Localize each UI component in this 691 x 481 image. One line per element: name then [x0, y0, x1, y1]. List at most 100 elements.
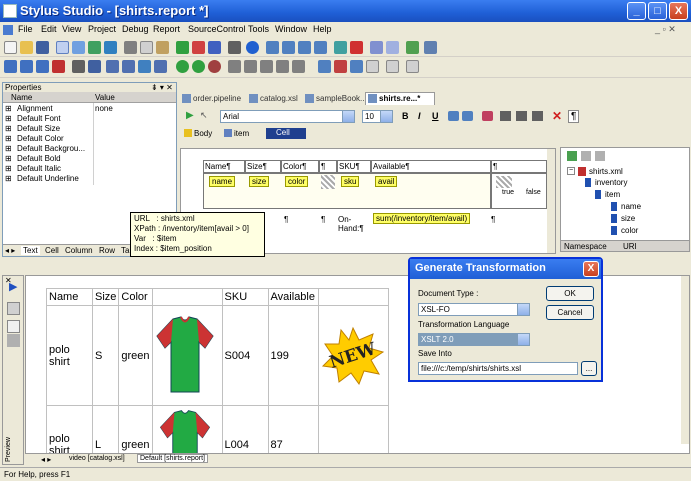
preview-play-icon[interactable]: ▶ — [9, 280, 17, 293]
minimize-button[interactable]: _ — [627, 2, 646, 20]
tab-catalog-xsl[interactable]: catalog.xsl — [260, 94, 298, 103]
validate-icon[interactable] — [406, 41, 419, 54]
header-extra[interactable]: ¶ — [491, 160, 547, 173]
find-icon[interactable] — [72, 60, 85, 73]
maximize-button[interactable]: □ — [648, 2, 667, 20]
preview-scrollbar[interactable] — [681, 276, 689, 444]
tag-avail[interactable]: avail — [375, 176, 398, 187]
header-size[interactable]: Size¶ — [245, 160, 281, 173]
condition-cell[interactable]: true false — [491, 173, 547, 209]
canvas-scrollbar[interactable] — [547, 149, 555, 253]
debug-icon[interactable] — [4, 60, 17, 73]
window-icon[interactable] — [56, 41, 69, 54]
paste-icon[interactable] — [156, 41, 169, 54]
tab-cell[interactable]: Cell — [45, 246, 59, 255]
indent-icon[interactable] — [106, 60, 119, 73]
undo-icon[interactable] — [192, 41, 205, 54]
preview-page-icon[interactable] — [7, 320, 20, 333]
lang-dropdown-icon[interactable] — [517, 333, 530, 346]
tree-color[interactable]: color — [621, 226, 638, 235]
view6-icon[interactable] — [406, 60, 419, 73]
close-button[interactable]: X — [669, 2, 688, 20]
tab-samplebook[interactable]: sampleBook... — [316, 94, 367, 103]
pilcrow-button[interactable]: ¶ — [568, 110, 580, 123]
preview-view-icon[interactable] — [7, 302, 20, 315]
menu-help[interactable]: Help — [313, 24, 332, 34]
tab-row[interactable]: Row — [99, 246, 115, 255]
tree-nav2-icon[interactable] — [595, 151, 605, 161]
tab-default-shirts[interactable]: Default [shirts.report] — [137, 454, 208, 463]
font-dropdown-icon[interactable] — [342, 110, 355, 123]
delete-icon[interactable] — [350, 41, 363, 54]
add-icon[interactable] — [88, 41, 101, 54]
tab-order-pipeline[interactable]: order.pipeline — [193, 94, 241, 103]
bookmark5-icon[interactable] — [292, 60, 305, 73]
color-icon[interactable] — [448, 111, 459, 121]
menu-edit[interactable]: Edit — [41, 24, 57, 34]
refresh-icon[interactable] — [176, 41, 189, 54]
font-select[interactable]: Arial — [220, 110, 354, 123]
view5-icon[interactable] — [386, 60, 399, 73]
view1-icon[interactable] — [318, 60, 331, 73]
tag-color[interactable]: color — [285, 176, 309, 187]
replace-icon[interactable] — [88, 60, 101, 73]
save-icon[interactable] — [36, 41, 49, 54]
tree-name[interactable]: name — [621, 202, 641, 211]
view2-icon[interactable] — [334, 60, 347, 73]
step-icon[interactable] — [20, 60, 33, 73]
bookmark2-icon[interactable] — [244, 60, 257, 73]
save-into-input[interactable]: file:///c:/temp/shirts/shirts.xsl — [418, 362, 578, 375]
grid-icon[interactable] — [386, 41, 399, 54]
menu-view[interactable]: View — [62, 24, 81, 34]
project-icon[interactable] — [72, 41, 85, 54]
preview-save-icon[interactable] — [7, 334, 20, 347]
dialog-close-button[interactable]: X — [583, 261, 599, 277]
play-icon[interactable]: ▶ — [186, 110, 195, 121]
tab-column[interactable]: Column — [65, 246, 93, 255]
header-image[interactable]: ¶ — [319, 160, 337, 173]
bookmark4-icon[interactable] — [276, 60, 289, 73]
menu-project[interactable]: Project — [88, 24, 116, 34]
tag-sum[interactable]: sum(/inventory/item/avail) — [373, 213, 471, 224]
view3-icon[interactable] — [350, 60, 363, 73]
tab-nav-arrows[interactable]: ◂ ▸ — [5, 246, 15, 255]
menu-window[interactable]: Window — [275, 24, 307, 34]
doc-type-dropdown-icon[interactable] — [517, 303, 530, 316]
print-icon[interactable] — [228, 41, 241, 54]
image-placeholder-icon[interactable] — [321, 175, 335, 189]
tree-expander[interactable]: − — [567, 167, 575, 175]
tree-root[interactable]: shirts.xml — [589, 167, 623, 176]
item-label[interactable]: item — [234, 129, 249, 138]
properties-controls[interactable]: ⇟ ▾ ✕ — [151, 83, 173, 92]
size-dropdown-icon[interactable] — [380, 110, 393, 123]
copy-icon[interactable] — [140, 41, 153, 54]
format-icon[interactable] — [154, 60, 167, 73]
web-icon[interactable] — [370, 41, 383, 54]
run-icon[interactable] — [176, 60, 189, 73]
check-icon[interactable] — [138, 60, 151, 73]
help-icon[interactable] — [246, 41, 259, 54]
stop-icon[interactable] — [52, 60, 65, 73]
cut-icon[interactable] — [124, 41, 137, 54]
bold-button[interactable]: B — [402, 111, 409, 121]
tree-nav-icon[interactable] — [581, 151, 591, 161]
menu-file[interactable]: File — [18, 24, 33, 34]
ok-button[interactable]: OK — [546, 286, 594, 301]
header-sku[interactable]: SKU¶ — [337, 160, 371, 173]
doc-type-select[interactable]: XSL-FO — [418, 303, 530, 316]
header-available[interactable]: Available¶ — [371, 160, 491, 173]
align-center-icon[interactable] — [516, 111, 527, 121]
dtd-icon[interactable] — [314, 41, 327, 54]
mapper-icon[interactable] — [334, 41, 347, 54]
new-icon[interactable] — [4, 41, 17, 54]
tab-text[interactable]: Text — [21, 246, 40, 255]
preview-tab-arrows[interactable]: ◂ ▸ — [41, 455, 51, 464]
step-into-icon[interactable] — [36, 60, 49, 73]
xsl-icon[interactable] — [282, 41, 295, 54]
redo-icon[interactable] — [208, 41, 221, 54]
lang-select[interactable]: XSLT 2.0 — [418, 333, 530, 346]
tag-name[interactable]: name — [209, 176, 236, 187]
delete-x-icon[interactable]: ✕ — [552, 109, 562, 123]
italic-button[interactable]: I — [418, 111, 421, 121]
align-left-icon[interactable] — [500, 111, 511, 121]
